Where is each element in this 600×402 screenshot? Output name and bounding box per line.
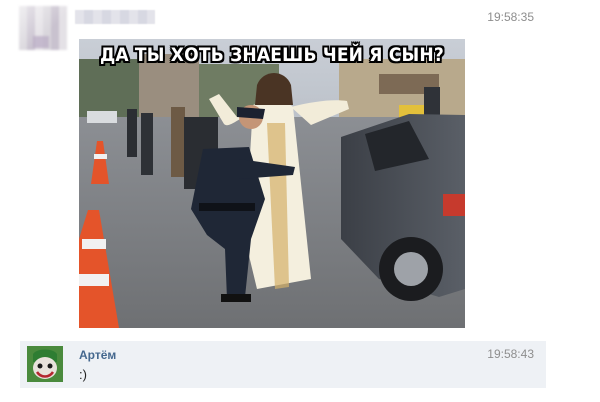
- joker-avatar-icon: [27, 346, 63, 382]
- photo-image: [79, 39, 465, 328]
- sender-name[interactable]: Артём: [79, 348, 116, 362]
- message-1: 19:58:35 ДА ТЫ ХОТЬ ЗНАЕШЬ ЧЕЙ Я СЫН?: [0, 0, 600, 335]
- avatar[interactable]: [27, 346, 63, 382]
- message-text: :): [79, 367, 87, 382]
- message-time: 19:58:35: [487, 10, 534, 24]
- photo-caption: ДА ТЫ ХОТЬ ЗНАЕШЬ ЧЕЙ Я СЫН?: [99, 44, 445, 66]
- message-2: Артём 19:58:43 :): [20, 341, 546, 388]
- photo-attachment[interactable]: ДА ТЫ ХОТЬ ЗНАЕШЬ ЧЕЙ Я СЫН?: [79, 39, 465, 328]
- sender-name-blurred[interactable]: [75, 10, 155, 24]
- avatar[interactable]: [19, 6, 67, 50]
- message-time: 19:58:43: [487, 347, 534, 361]
